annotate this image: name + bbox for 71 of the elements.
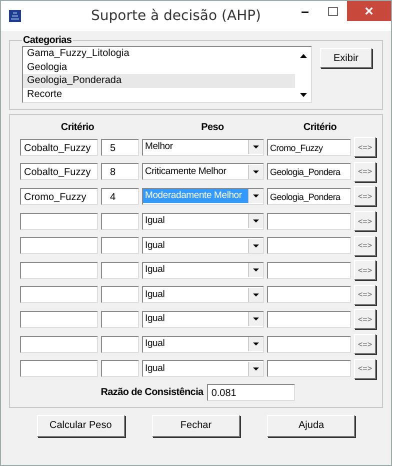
weight-field[interactable] bbox=[101, 336, 139, 353]
consistency-label: Razão de Consistência bbox=[100, 386, 204, 398]
criterion-field[interactable] bbox=[267, 286, 351, 304]
column-header: Critério bbox=[60, 122, 96, 132]
column-header: Peso bbox=[200, 122, 225, 132]
weight-dropdown[interactable]: Igual bbox=[142, 310, 264, 328]
weight-dropdown[interactable]: Melhor bbox=[142, 138, 264, 156]
criterion-field[interactable] bbox=[267, 310, 351, 328]
dialog-button[interactable]: Fechar bbox=[152, 414, 240, 437]
criterion-field[interactable] bbox=[20, 237, 98, 254]
criterion-field[interactable]: Cobalto_Fuzzy bbox=[20, 138, 98, 156]
dialog-button[interactable]: Calcular Peso bbox=[36, 414, 125, 437]
window-title: Suporte à decisão (AHP) bbox=[90, 8, 262, 24]
weight-field[interactable]: 4 bbox=[101, 188, 139, 205]
scroll-down-icon[interactable] bbox=[298, 92, 308, 98]
weight-dropdown[interactable]: Criticamente Melhor bbox=[142, 163, 264, 180]
swap-button[interactable]: <=> bbox=[354, 309, 376, 330]
criterion-field[interactable]: Cromo_Fuzzy bbox=[20, 188, 98, 205]
criterion-field[interactable] bbox=[267, 262, 351, 279]
criterion-field[interactable] bbox=[20, 310, 98, 328]
criterion-field[interactable] bbox=[20, 212, 98, 230]
criterion-field[interactable]: Geologia_Pondera bbox=[267, 188, 351, 205]
swap-button[interactable]: <=> bbox=[354, 236, 376, 256]
swap-button[interactable]: <=> bbox=[354, 162, 376, 182]
criterion-field[interactable]: Cobalto_Fuzzy bbox=[20, 163, 98, 180]
criterion-field[interactable]: Cromo_Fuzzy bbox=[267, 138, 351, 156]
swap-button[interactable]: <=> bbox=[354, 334, 376, 354]
criterion-field[interactable] bbox=[267, 360, 351, 378]
weight-dropdown[interactable]: Igual bbox=[142, 360, 264, 378]
weight-field[interactable] bbox=[101, 237, 139, 254]
weight-dropdown[interactable]: Igual bbox=[142, 212, 264, 230]
weight-field[interactable] bbox=[101, 360, 139, 378]
criterion-field[interactable] bbox=[20, 262, 98, 279]
weight-dropdown[interactable]: Igual bbox=[142, 286, 264, 304]
swap-button[interactable]: <=> bbox=[354, 211, 376, 232]
criterion-field[interactable]: Geologia_Pondera bbox=[267, 163, 351, 180]
list-item[interactable]: Geologia bbox=[23, 60, 295, 74]
criterion-field[interactable] bbox=[267, 336, 351, 353]
close-button[interactable]: × bbox=[347, 1, 391, 21]
swap-button[interactable]: <=> bbox=[354, 260, 376, 280]
consistency-field[interactable]: 0.081 bbox=[207, 384, 296, 401]
scroll-up-icon[interactable] bbox=[298, 53, 308, 59]
weight-field[interactable] bbox=[101, 212, 139, 230]
list-item[interactable]: Gama_Fuzzy_Litologia bbox=[23, 47, 295, 60]
weight-field[interactable] bbox=[101, 310, 139, 328]
criterion-field[interactable] bbox=[267, 212, 351, 230]
weight-field[interactable] bbox=[101, 262, 139, 279]
maximize-icon bbox=[328, 6, 338, 16]
column-header: Critério bbox=[302, 122, 338, 132]
weight-dropdown[interactable]: Igual bbox=[142, 262, 264, 279]
swap-button[interactable]: <=> bbox=[354, 358, 376, 379]
swap-button[interactable]: <=> bbox=[354, 186, 376, 206]
criterion-field[interactable] bbox=[20, 360, 98, 378]
criterion-field[interactable] bbox=[267, 237, 351, 254]
show-button[interactable]: Exibir bbox=[320, 48, 372, 68]
dialog-button[interactable]: Ajuda bbox=[267, 414, 356, 437]
category-list[interactable]: Gama_Fuzzy_Litologia Geologia Geologia_Ponderada Recorte bbox=[22, 46, 312, 103]
app-icon bbox=[9, 10, 21, 22]
weight-field[interactable]: 5 bbox=[101, 138, 139, 156]
weight-field[interactable] bbox=[101, 286, 139, 304]
weight-dropdown[interactable]: Igual bbox=[142, 336, 264, 353]
weight-dropdown[interactable]: Igual bbox=[142, 237, 264, 254]
weight-field[interactable]: 8 bbox=[101, 163, 139, 180]
criterion-field[interactable] bbox=[20, 286, 98, 304]
swap-button[interactable]: <=> bbox=[354, 284, 376, 305]
group-title: Categorias bbox=[22, 35, 73, 46]
swap-button[interactable]: <=> bbox=[354, 137, 376, 158]
list-item[interactable]: Recorte bbox=[23, 88, 295, 101]
criterion-field[interactable] bbox=[20, 336, 98, 353]
list-item[interactable]: Geologia_Ponderada bbox=[23, 74, 295, 88]
minimize-button[interactable]: – bbox=[291, 1, 319, 21]
